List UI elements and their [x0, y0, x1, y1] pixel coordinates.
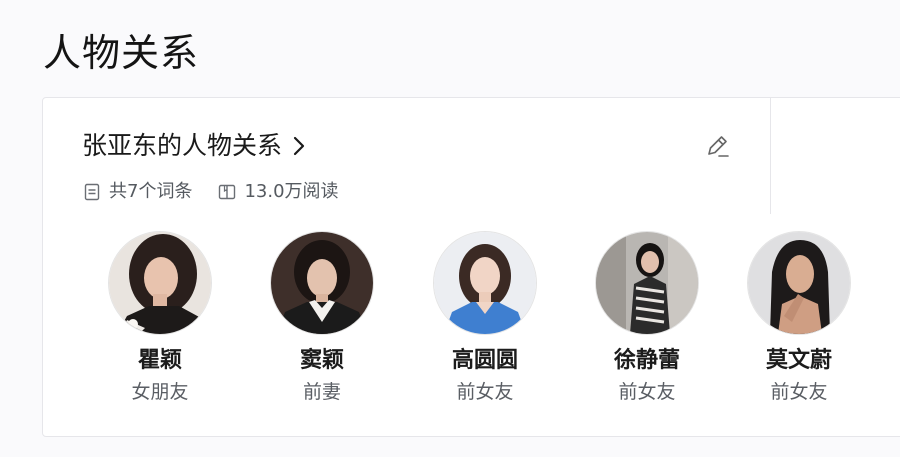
person-name: 徐静蕾	[613, 348, 680, 373]
person-relation: 前女友	[456, 381, 514, 403]
person-item[interactable]: 莫文蔚 前女友	[729, 232, 869, 405]
person-item[interactable]: 窦颖 前妻	[252, 232, 392, 405]
avatar	[748, 232, 850, 334]
person-item[interactable]: 徐静蕾 前女友	[577, 232, 717, 405]
person-name: 高圆圆	[451, 348, 518, 373]
avatar	[596, 232, 698, 334]
avatar	[109, 232, 211, 334]
person-name: 窦颖	[299, 348, 344, 373]
avatar	[434, 232, 536, 334]
avatar	[271, 232, 373, 334]
page-title: 人物关系	[43, 31, 200, 75]
person-relation: 前妻	[302, 381, 341, 403]
person-name: 莫文蔚	[765, 348, 832, 373]
person-relation: 前女友	[770, 381, 828, 403]
person-name: 瞿颖	[137, 348, 182, 373]
person-relation: 女朋友	[131, 381, 189, 403]
person-relation: 前女友	[618, 381, 676, 403]
people-list: 瞿颖 女朋友 窦颖 前妻 高圆圆 前女友 徐静蕾 前女友 莫文蔚 前女友	[43, 98, 900, 436]
relationship-card: 张亚东的人物关系 共7个词条 13.0万阅读 瞿颖 女朋友 窦颖 前妻 高圆圆 …	[42, 97, 900, 437]
person-item[interactable]: 瞿颖 女朋友	[90, 232, 230, 405]
person-item[interactable]: 高圆圆 前女友	[415, 232, 555, 405]
